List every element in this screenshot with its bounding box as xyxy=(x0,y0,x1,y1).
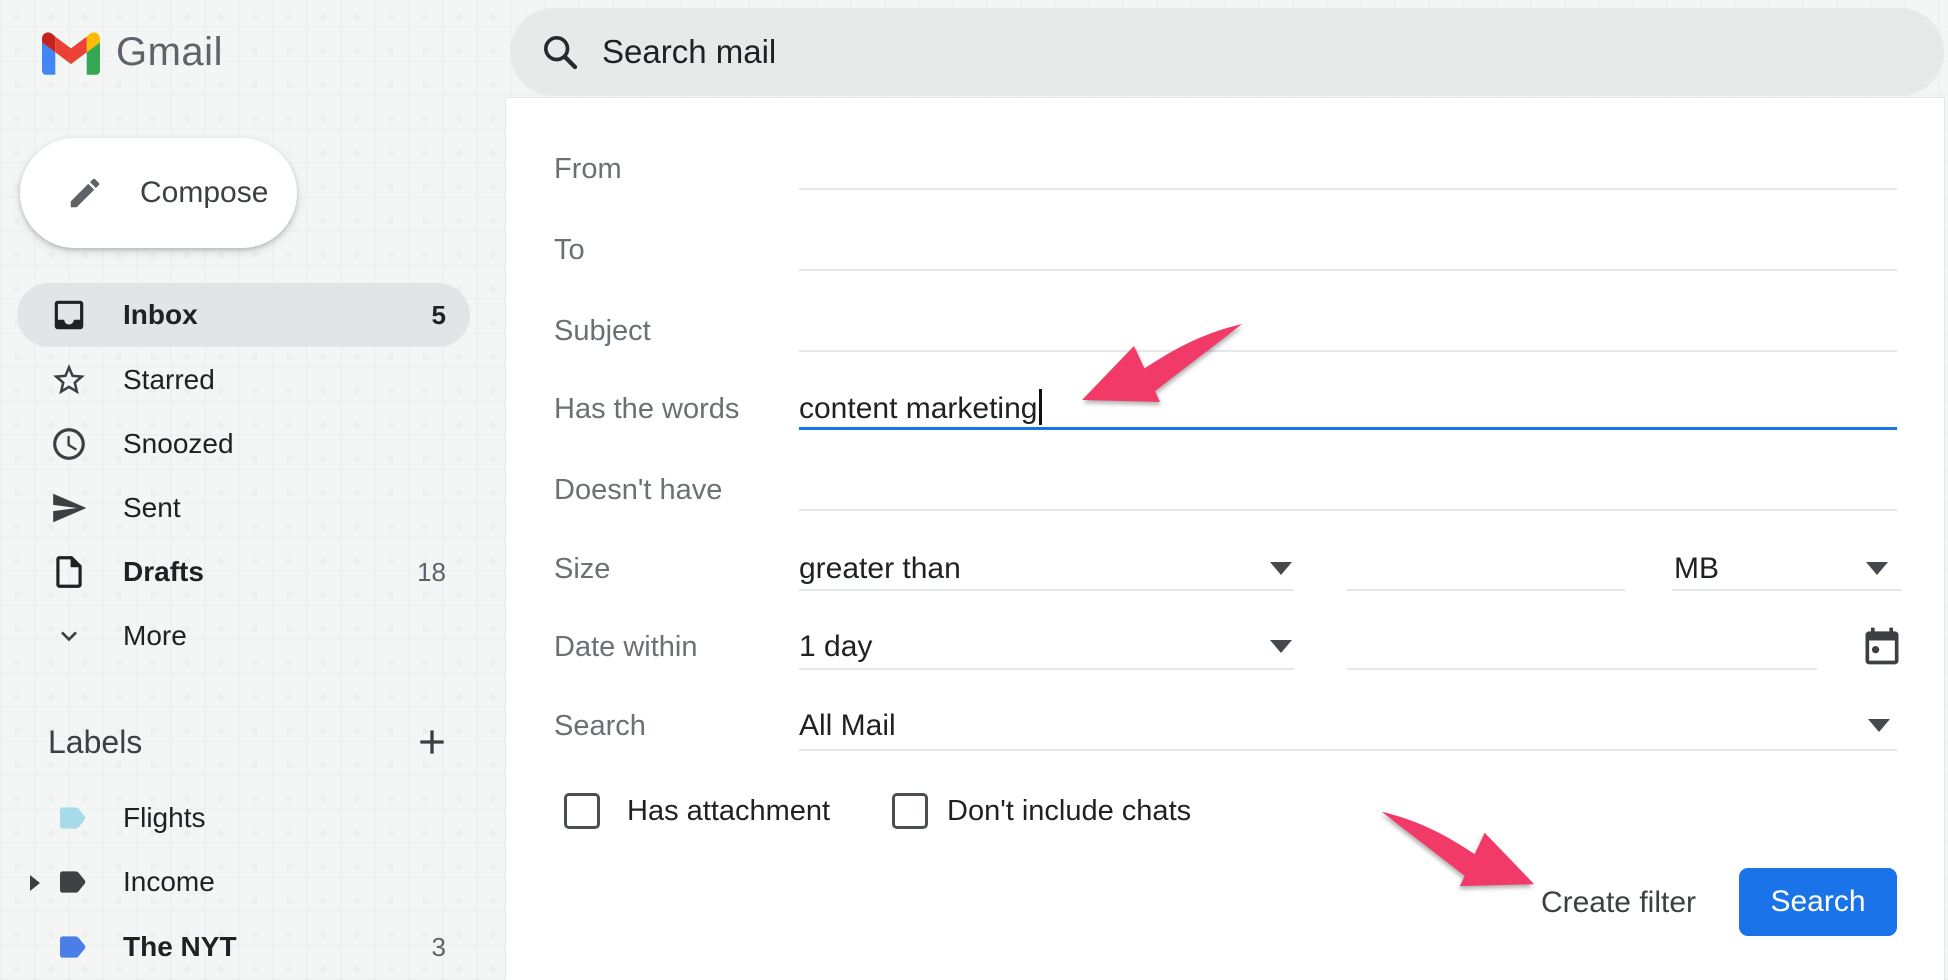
text-cursor xyxy=(1039,389,1042,425)
has-words-value: content marketing xyxy=(799,392,1037,425)
sidebar-item-label: Snoozed xyxy=(123,428,234,460)
sidebar-item-drafts[interactable]: Drafts 18 xyxy=(17,540,470,604)
action-row: Create filter Search xyxy=(506,868,1944,938)
size-label: Size xyxy=(554,539,610,599)
sidebar-item-count: 18 xyxy=(417,557,446,588)
date-field-underline[interactable] xyxy=(1347,668,1817,670)
sidebar-item-snoozed[interactable]: Snoozed xyxy=(17,412,470,476)
pencil-icon xyxy=(66,174,104,212)
size-operator-underline xyxy=(799,589,1294,591)
paper-plane-icon xyxy=(50,489,88,527)
chevron-down-icon xyxy=(53,620,85,652)
clock-icon xyxy=(50,425,88,463)
sidebar-item-label: Drafts xyxy=(123,556,204,588)
labels-header: Labels xyxy=(17,712,470,772)
label-tag-icon xyxy=(55,866,89,898)
label-tag-icon xyxy=(55,802,89,834)
search-scope-row: Search All Mail xyxy=(506,696,1944,756)
subject-field-underline[interactable] xyxy=(799,350,1897,352)
has-attachment-checkbox[interactable] xyxy=(564,793,600,829)
from-label: From xyxy=(554,139,622,199)
has-attachment-label[interactable]: Has attachment xyxy=(627,781,830,841)
from-field-underline[interactable] xyxy=(799,188,1897,190)
no-chats-checkbox[interactable] xyxy=(892,793,928,829)
doesnt-have-field-underline[interactable] xyxy=(799,509,1897,511)
gmail-app: Gmail Compose Inbox 5 Starred Snoozed Se… xyxy=(0,0,1948,980)
annotation-arrow-has-words xyxy=(1078,320,1246,404)
date-within-underline xyxy=(799,668,1294,670)
label-tag-icon xyxy=(55,931,89,963)
label-name: The NYT xyxy=(123,931,237,963)
search-input[interactable]: Search mail xyxy=(510,8,1944,96)
checkbox-row: Has attachment Don't include chats xyxy=(506,781,1944,841)
to-label: To xyxy=(554,220,585,280)
search-scope-select[interactable]: All Mail xyxy=(799,696,896,756)
caret-down-icon[interactable] xyxy=(1270,562,1292,575)
has-words-label: Has the words xyxy=(554,379,739,439)
has-words-field[interactable]: content marketing xyxy=(799,379,1042,439)
sidebar-item-label: Inbox xyxy=(123,299,198,331)
sidebar-item-inbox[interactable]: Inbox 5 xyxy=(17,283,470,347)
gmail-logo: Gmail xyxy=(42,30,223,75)
from-row: From xyxy=(506,139,1944,199)
to-row: To xyxy=(506,220,1944,280)
date-within-label: Date within xyxy=(554,617,697,677)
to-field-underline[interactable] xyxy=(799,269,1897,271)
subject-label: Subject xyxy=(554,301,651,361)
search-scope-underline xyxy=(799,749,1897,751)
size-value-underline[interactable] xyxy=(1347,589,1625,591)
sidebar-item-label: Sent xyxy=(123,492,181,524)
doesnt-have-label: Doesn't have xyxy=(554,460,722,520)
has-words-focused-underline xyxy=(799,427,1897,430)
expand-arrow-icon[interactable] xyxy=(30,875,40,891)
sidebar-label-flights[interactable]: Flights xyxy=(17,787,470,849)
brand-wordmark: Gmail xyxy=(116,30,223,75)
add-label-button[interactable] xyxy=(412,722,452,762)
compose-button[interactable]: Compose xyxy=(20,138,297,248)
sidebar-item-label: More xyxy=(123,620,187,652)
sidebar-item-more[interactable]: More xyxy=(17,604,470,668)
search-icon xyxy=(540,32,580,72)
gmail-m-icon xyxy=(42,31,100,75)
star-icon xyxy=(50,361,88,399)
sidebar-label-the-nyt[interactable]: The NYT 3 xyxy=(17,916,470,978)
annotation-arrow-create-filter xyxy=(1378,804,1538,892)
inbox-icon xyxy=(50,296,88,334)
label-name: Flights xyxy=(123,802,205,834)
caret-down-icon[interactable] xyxy=(1270,640,1292,653)
advanced-search-panel: From To Subject Has the words content ma… xyxy=(505,97,1945,980)
size-unit-underline xyxy=(1672,589,1902,591)
caret-down-icon[interactable] xyxy=(1868,719,1890,732)
size-row: Size greater than MB xyxy=(506,539,1944,599)
label-count: 3 xyxy=(432,932,446,963)
date-within-row: Date within 1 day xyxy=(506,617,1944,677)
search-placeholder: Search mail xyxy=(602,33,776,71)
label-name: Income xyxy=(123,866,215,898)
search-button[interactable]: Search xyxy=(1739,868,1897,936)
no-chats-label[interactable]: Don't include chats xyxy=(947,781,1191,841)
calendar-icon[interactable] xyxy=(1860,624,1904,668)
sidebar-item-count: 5 xyxy=(432,300,446,331)
search-scope-label: Search xyxy=(554,696,646,756)
sidebar-item-sent[interactable]: Sent xyxy=(17,476,470,540)
caret-down-icon[interactable] xyxy=(1866,562,1888,575)
labels-title: Labels xyxy=(48,712,142,772)
doesnt-have-row: Doesn't have xyxy=(506,460,1944,520)
sidebar-item-label: Starred xyxy=(123,364,215,396)
file-icon xyxy=(50,553,88,591)
sidebar-label-income[interactable]: Income xyxy=(17,851,470,913)
sidebar-item-starred[interactable]: Starred xyxy=(17,348,470,412)
compose-label: Compose xyxy=(140,176,268,210)
